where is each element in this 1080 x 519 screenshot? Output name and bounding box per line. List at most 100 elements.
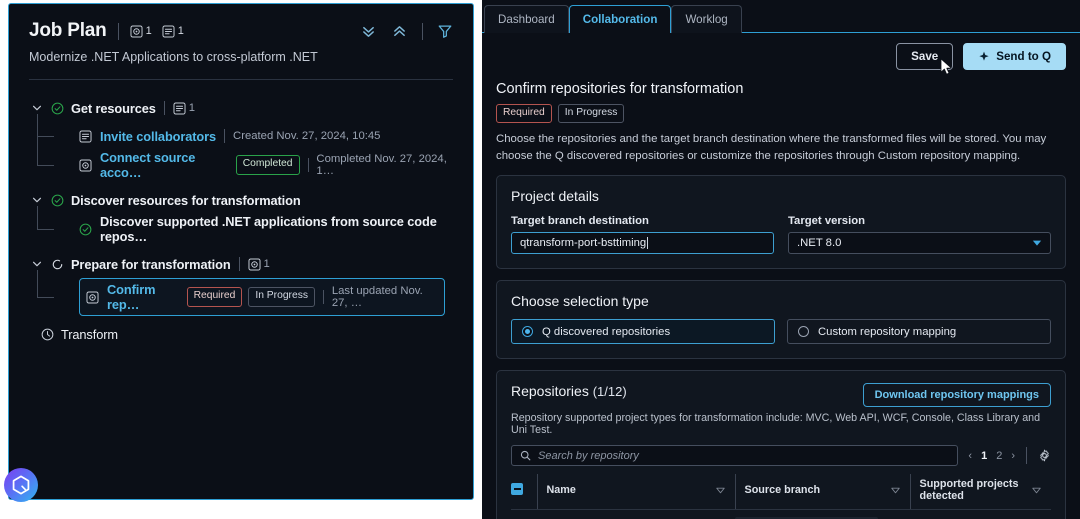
column-label: Source branch (744, 484, 821, 497)
target-version-value: .NET 8.0 (797, 237, 842, 250)
tree-connector (37, 206, 63, 244)
supported-projects-value: Yes (910, 509, 1051, 519)
selection-type-title: Choose selection type (511, 293, 649, 310)
divider (422, 22, 423, 40)
chevron-down-icon[interactable] (29, 258, 45, 270)
text-caret (647, 237, 649, 250)
tree-connector (37, 114, 63, 150)
source-branch-cell: main (Default) (735, 509, 910, 519)
tree-connector (37, 270, 63, 316)
tree-child-label[interactable]: Connect source acco… (100, 150, 227, 180)
selected-task-row[interactable]: Confirm rep… Required In Progress Last u… (79, 278, 445, 316)
check-circle-icon (79, 223, 92, 236)
target-branch-label: Target branch destination (511, 215, 649, 228)
amazon-q-logo[interactable] (4, 468, 38, 502)
tree-child-discover-supported-apps[interactable]: Discover supported .NET applications fro… (29, 206, 453, 244)
radio-q-discovered-repositories[interactable]: Q discovered repositories (511, 319, 775, 345)
detail-panel: Dashboard Collaboration Worklog Save Sen… (482, 0, 1080, 519)
filter-icon[interactable] (437, 23, 453, 39)
table-row[interactable]: Aspnetcore-identityserver4-we… main (Def… (511, 509, 1051, 519)
divider (307, 158, 309, 172)
select-all-checkbox[interactable] (511, 482, 523, 495)
gear-icon[interactable] (1038, 449, 1051, 462)
column-header-name[interactable]: Name (536, 474, 735, 511)
pagination-prev[interactable]: ‹ (968, 450, 972, 462)
app-screen: Job Plan 1 1 Modernize .NET Applications… (0, 0, 1080, 519)
status-badge: In Progress (557, 104, 625, 124)
target-count-chip: 1 (130, 24, 152, 38)
radio-custom-repository-mapping[interactable]: Custom repository mapping (787, 319, 1051, 345)
chevron-down-icon[interactable] (29, 102, 45, 114)
tree-child-connect-source-account[interactable]: Connect source acco… Completed Completed… (29, 130, 453, 180)
divider (238, 257, 240, 271)
target-icon (130, 24, 143, 38)
required-badge: Required (186, 287, 243, 307)
q-hexagon-icon (12, 475, 30, 495)
tab-collaboration[interactable]: Collaboration (568, 5, 672, 33)
status-badge: Completed (235, 155, 300, 175)
tree-child-meta: Last updated Nov. 27, … (331, 285, 423, 309)
tree-node-get-resources[interactable]: Get resources 1 (29, 94, 453, 122)
repositories-title-text: Repositories (511, 383, 589, 400)
in-progress-spinner-icon (51, 258, 64, 271)
tree-node-count: 1 (188, 102, 196, 114)
tree-child-confirm-repositories[interactable]: Confirm rep… Required In Progress Last u… (29, 270, 453, 316)
tree-node-label: Discover resources for transformation (71, 192, 301, 208)
sparkle-icon (978, 51, 990, 63)
tab-dashboard[interactable]: Dashboard (484, 5, 569, 33)
tree-child-label[interactable]: Invite collaborators (100, 129, 216, 144)
collapse-all-icon[interactable] (360, 23, 377, 40)
radio-selected-icon (522, 326, 533, 338)
repositories-title: Repositories (1/12) (511, 383, 863, 399)
project-details-card: Project details Target branch destinatio… (496, 175, 1066, 270)
expand-all-icon[interactable] (391, 23, 408, 40)
divider (117, 22, 119, 40)
row-select-cell (511, 509, 537, 519)
tree-group-discover-resources: Discover resources for transformation Di… (29, 186, 453, 244)
target-version-select[interactable]: .NET 8.0 (788, 232, 1051, 255)
tree-child-invite-collaborators[interactable]: Invite collaborators Created Nov. 27, 20… (29, 114, 453, 150)
target-version-label: Target version (788, 215, 866, 228)
target-version-field: Target version .NET 8.0 (788, 215, 1051, 255)
divider (224, 129, 226, 143)
column-label: Name (546, 484, 576, 497)
tree-node-transform[interactable]: Transform (29, 320, 453, 348)
send-to-q-label: Send to Q (996, 50, 1051, 63)
sort-icon[interactable] (715, 487, 725, 494)
tree-node-discover-resources[interactable]: Discover resources for transformation (29, 186, 453, 214)
divider (163, 101, 165, 115)
tree-child-label[interactable]: Confirm rep… (107, 282, 178, 312)
sort-icon[interactable] (1032, 487, 1041, 494)
section-heading: Confirm repositories for transformation (496, 81, 744, 98)
tree-group-prepare-transformation: Prepare for transformation 1 Confirm rep… (29, 250, 453, 316)
check-circle-icon (51, 194, 64, 207)
target-count-value: 1 (145, 25, 152, 37)
chevron-down-icon[interactable] (29, 194, 45, 206)
send-to-q-button[interactable]: Send to Q (963, 43, 1066, 71)
pagination-page-2[interactable]: 2 (996, 450, 1002, 462)
download-repository-mappings-button[interactable]: Download repository mappings (862, 383, 1051, 408)
pagination-page-1[interactable]: 1 (981, 450, 987, 462)
list-icon (162, 24, 175, 38)
tab-bar: Dashboard Collaboration Worklog (482, 0, 1080, 33)
tab-worklog[interactable]: Worklog (671, 5, 742, 33)
action-bar: Save Send to Q (482, 33, 1080, 71)
tree-child-meta: Created Nov. 27, 2024, 10:45 (233, 130, 381, 142)
column-header-source-branch[interactable]: Source branch (734, 474, 910, 511)
pagination-next[interactable]: › (1011, 450, 1015, 462)
check-circle-icon (51, 102, 64, 115)
pending-clock-icon (41, 328, 54, 341)
sort-icon[interactable] (890, 487, 900, 494)
repositories-toolbar: Search by repository ‹ 1 2 › (511, 445, 1051, 467)
table-header-row: Name Source branch Supported projects de… (511, 474, 1051, 511)
job-plan-header: Job Plan 1 1 Modernize .NET Applications… (9, 4, 473, 64)
tree-child-meta: Completed Nov. 27, 2024, 1… (316, 153, 447, 177)
column-label: Supported projects detected (919, 478, 1019, 503)
target-branch-input[interactable]: qtransform-port-bsttiming (511, 232, 774, 255)
divider (323, 290, 324, 304)
tree-node-prepare-transformation[interactable]: Prepare for transformation 1 (29, 250, 453, 278)
tree-connector (37, 130, 63, 180)
column-header-supported-projects[interactable]: Supported projects detected (909, 474, 1051, 511)
search-input[interactable]: Search by repository (511, 445, 959, 467)
target-icon (86, 290, 99, 304)
